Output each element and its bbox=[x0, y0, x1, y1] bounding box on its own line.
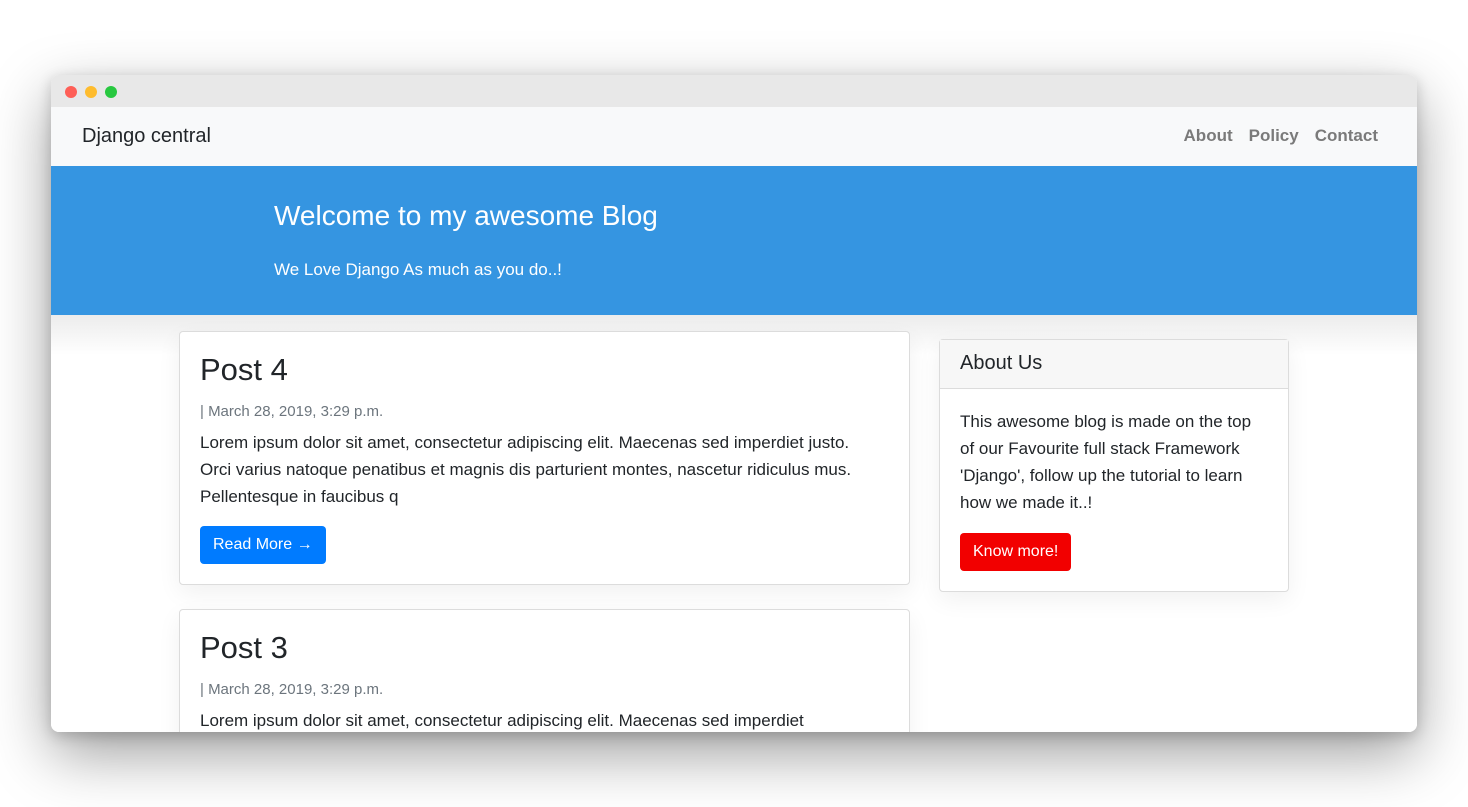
nav-links: About Policy Contact bbox=[1184, 126, 1378, 146]
post-title[interactable]: Post 4 bbox=[200, 352, 288, 388]
post-excerpt: Lorem ipsum dolor sit amet, consectetur … bbox=[200, 711, 804, 730]
about-us-title: About Us bbox=[960, 352, 1043, 374]
read-more-button[interactable]: Read More → bbox=[200, 526, 326, 564]
main-content: Post 4 | March 28, 2019, 3:29 p.m. Lorem… bbox=[51, 315, 1417, 732]
browser-window: Django central About Policy Contact Welc… bbox=[51, 75, 1417, 732]
nav-link-contact[interactable]: Contact bbox=[1315, 126, 1378, 146]
post-date: | March 28, 2019, 3:29 p.m. bbox=[200, 403, 384, 420]
masthead-title: Welcome to my awesome Blog bbox=[274, 200, 658, 231]
nav-link-about[interactable]: About bbox=[1184, 126, 1233, 146]
masthead: Welcome to my awesome Blog We Love Djang… bbox=[51, 166, 1417, 315]
masthead-subtitle: We Love Django As much as you do..! bbox=[274, 260, 562, 279]
post-date: | March 28, 2019, 3:29 p.m. bbox=[200, 681, 384, 698]
about-us-header: About Us bbox=[940, 340, 1288, 389]
window-titlebar bbox=[51, 75, 1417, 107]
post-card: Post 3 | March 28, 2019, 3:29 p.m. Lorem… bbox=[179, 609, 910, 732]
navbar: Django central About Policy Contact bbox=[51, 107, 1417, 166]
minimize-window-button[interactable] bbox=[85, 86, 97, 98]
post-card: Post 4 | March 28, 2019, 3:29 p.m. Lorem… bbox=[179, 331, 910, 585]
maximize-window-button[interactable] bbox=[105, 86, 117, 98]
post-title[interactable]: Post 3 bbox=[200, 630, 288, 666]
know-more-button[interactable]: Know more! bbox=[960, 533, 1072, 571]
close-window-button[interactable] bbox=[65, 86, 77, 98]
post-excerpt: Lorem ipsum dolor sit amet, consectetur … bbox=[200, 433, 852, 506]
nav-link-policy[interactable]: Policy bbox=[1249, 126, 1299, 146]
navbar-brand[interactable]: Django central bbox=[82, 125, 211, 148]
about-us-card: About Us This awesome blog is made on th… bbox=[939, 339, 1289, 592]
about-us-text: This awesome blog is made on the top of … bbox=[960, 412, 1252, 512]
